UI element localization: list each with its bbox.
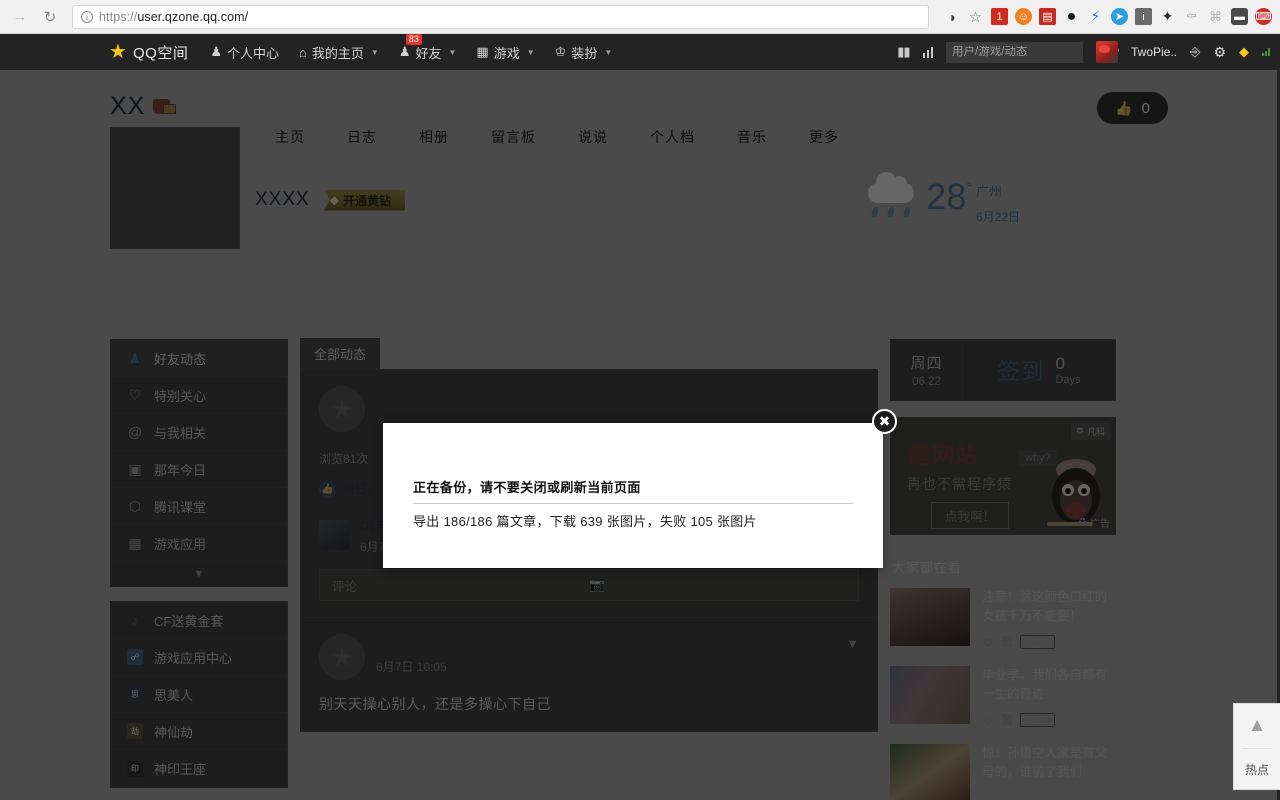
url-host: user.qzone.qq.com/: [137, 9, 249, 24]
ext-blue-globe-icon[interactable]: ➤: [1111, 8, 1128, 25]
grid-icon: ▦: [476, 44, 489, 59]
reload-icon[interactable]: ↻: [38, 5, 62, 29]
logout-icon[interactable]: ⎆: [1190, 44, 1200, 60]
ext-grey-info-icon[interactable]: i: [1135, 8, 1152, 25]
nav-item-decorate[interactable]: ♔ 装扮 ▼: [555, 43, 613, 62]
gear-icon[interactable]: ⚙: [1213, 44, 1226, 61]
person-icon: ♟: [210, 44, 222, 59]
home-icon: ⌂: [299, 44, 307, 60]
nav-label: 好友: [415, 45, 442, 61]
chevron-down-icon: ▼: [604, 47, 613, 57]
shirt-icon: ♔: [554, 44, 567, 59]
page-container: XX XXXXXXXXX 👍 0 XXXX ◆ 开通黄钻: [0, 70, 1280, 800]
pause-icon[interactable]: ▮▮: [897, 44, 910, 60]
nav-item-my-home[interactable]: ⌂ 我的主页 ▼: [299, 43, 379, 62]
site-info-icon[interactable]: i: [81, 10, 93, 23]
search-input[interactable]: [952, 46, 1106, 58]
ext-red-notes-icon[interactable]: 1: [991, 8, 1008, 25]
back-icon[interactable]: →: [8, 5, 32, 29]
modal-overlay: ✖ 正在备份，请不要关闭或刷新当前页面 导出 186/186 篇文章，下载 63…: [0, 70, 1280, 800]
qzone-search-box[interactable]: ⚲: [946, 41, 1120, 63]
chevron-down-icon: ▼: [448, 47, 457, 57]
ext-black-circle-icon[interactable]: ●: [1063, 8, 1080, 25]
username-label[interactable]: TwoPie..: [1131, 45, 1177, 59]
bar-chart-icon[interactable]: [922, 46, 933, 58]
shield-reader-icon[interactable]: ◑: [943, 8, 960, 25]
chevron-down-icon: ▼: [526, 47, 535, 57]
yellow-diamond-icon[interactable]: ◆: [1239, 44, 1249, 60]
qzone-logo[interactable]: ★ QQ空间: [108, 42, 188, 63]
nav-label: 装扮: [571, 45, 598, 61]
star-icon: ★: [109, 41, 127, 63]
qzone-logo-text: QQ空间: [133, 44, 189, 62]
modal-progress-text: 导出 186/186 篇文章，下载 639 张图片，失败 105 张图片: [413, 514, 757, 529]
url-text: https://user.qzone.qq.com/: [99, 10, 248, 24]
close-icon[interactable]: ✖: [872, 409, 897, 434]
ext-blue-bolt-icon[interactable]: ⚡: [1087, 8, 1104, 25]
friends-icon: ♟: [398, 44, 411, 59]
nav-item-friends[interactable]: ♟ 83 好友 ▼: [398, 33, 457, 62]
nav-label: 个人中心: [227, 45, 280, 61]
url-scheme: https://: [99, 9, 138, 24]
extension-icon-row: ◑ ☆ 1 ☺ ▤ ● ⚡ ➤ i ✦ ⚰ ⌘ ▬ ⌨: [939, 8, 1272, 26]
nav-label: 游戏: [493, 45, 520, 61]
ext-shield-icon[interactable]: ⚰: [1183, 8, 1200, 25]
ext-red-book-icon[interactable]: ▤: [1039, 8, 1056, 25]
ext-orange-face-icon[interactable]: ☺: [1015, 8, 1032, 25]
address-bar[interactable]: i https://user.qzone.qq.com/: [72, 4, 929, 29]
ext-red-seal-icon[interactable]: ⌨: [1255, 8, 1272, 25]
browser-toolbar: → ↻ i https://user.qzone.qq.com/ ◑ ☆ 1 ☺…: [0, 0, 1280, 34]
bookmark-star-icon[interactable]: ☆: [967, 8, 984, 26]
nav-item-personal-center[interactable]: ♟ 个人中心: [210, 43, 279, 62]
friends-badge: 83: [405, 33, 422, 45]
nav-label: 我的主页: [311, 45, 364, 61]
ext-pin-icon[interactable]: ✦: [1159, 8, 1176, 25]
ext-mask-icon[interactable]: ▬: [1231, 8, 1248, 25]
network-bars-icon: [1262, 48, 1270, 56]
ext-puzzle-icon[interactable]: ⌘: [1207, 8, 1224, 25]
nav-item-games[interactable]: ▦ 游戏 ▼: [476, 43, 534, 62]
modal-body: 正在备份，请不要关闭或刷新当前页面 导出 186/186 篇文章，下载 639 …: [383, 423, 883, 530]
chevron-down-icon: ▼: [370, 47, 379, 57]
modal-heading: 正在备份，请不要关闭或刷新当前页面: [413, 477, 853, 504]
nav-right-group: ▮▮ ⚲ TwoPie.. ⎆ ⚙ ◆: [897, 41, 1270, 63]
avatar[interactable]: [1096, 41, 1118, 63]
backup-progress-dialog: ✖ 正在备份，请不要关闭或刷新当前页面 导出 186/186 篇文章，下载 63…: [383, 409, 897, 568]
qzone-top-nav: ★ QQ空间 ♟ 个人中心 ⌂ 我的主页 ▼ ♟ 83 好友 ▼ ▦ 游戏 ▼ …: [0, 33, 1280, 70]
